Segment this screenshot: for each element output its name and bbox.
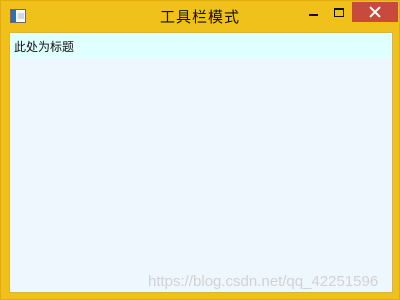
close-icon	[368, 5, 382, 19]
maximize-button[interactable]	[326, 2, 352, 22]
toolbar: 此处为标题	[10, 33, 392, 58]
close-button[interactable]	[352, 2, 398, 22]
maximize-icon	[334, 7, 344, 17]
toolbar-title-label: 此处为标题	[14, 40, 75, 54]
minimize-icon	[308, 14, 318, 16]
app-window: 工具栏模式 此处为标题 https://blog.csdn.net/qq_422…	[0, 0, 400, 300]
minimize-button[interactable]	[300, 2, 326, 22]
client-area: 此处为标题	[9, 32, 393, 293]
title-bar[interactable]: 工具栏模式	[1, 1, 399, 31]
watermark-text: https://blog.csdn.net/qq_42251596	[148, 273, 379, 290]
